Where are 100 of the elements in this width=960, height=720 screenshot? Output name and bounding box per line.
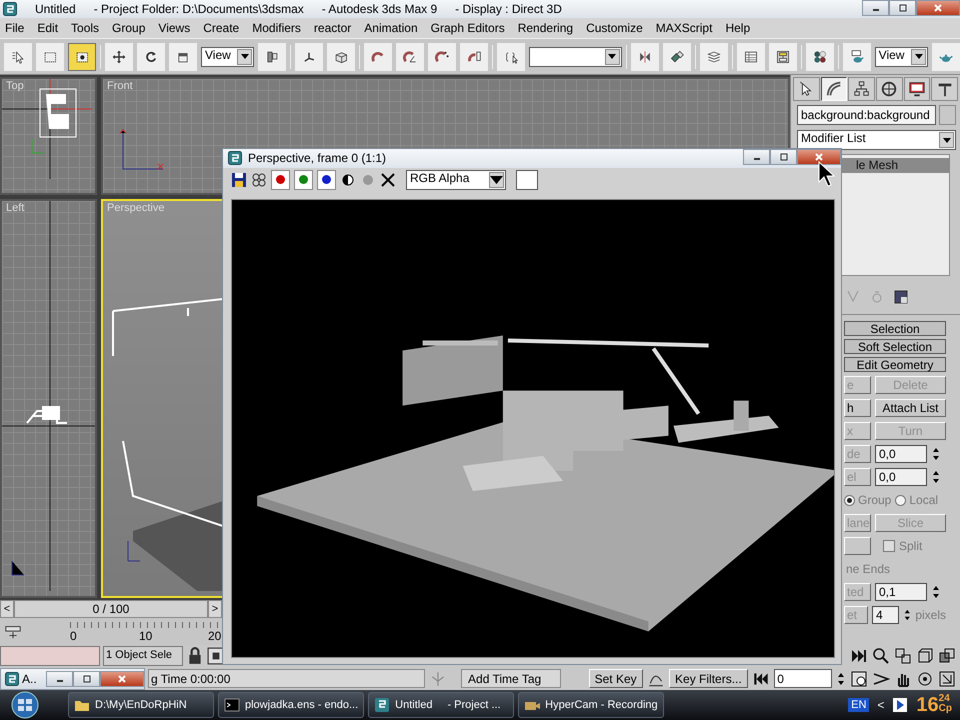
number-field[interactable]: 0,0	[875, 468, 927, 486]
color-swatch[interactable]	[516, 170, 538, 190]
menu-item[interactable]: Edit	[37, 21, 58, 35]
wheel-icon[interactable]	[880, 80, 898, 98]
set-key-button[interactable]: Set Key	[588, 669, 643, 688]
menu-item[interactable]: Graph Editors	[430, 21, 505, 35]
hierarchy-icon[interactable]	[852, 80, 871, 98]
checkbox[interactable]	[883, 540, 895, 552]
toolbar-button[interactable]	[137, 42, 165, 70]
maximize-button[interactable]	[73, 671, 100, 687]
menu-item[interactable]: File	[5, 21, 24, 35]
toolbar-button[interactable]	[327, 42, 356, 70]
skip-end-icon[interactable]	[850, 647, 868, 665]
toolbar-button[interactable]	[497, 42, 526, 70]
menu-item[interactable]: Animation	[364, 21, 418, 35]
toolbar-button[interactable]	[295, 42, 324, 70]
radio-button[interactable]	[844, 494, 855, 506]
toolbar-button[interactable]	[768, 42, 797, 70]
panel-tab[interactable]	[793, 77, 820, 101]
restore-button[interactable]	[770, 149, 797, 165]
zoom-extents-all-icon[interactable]	[938, 647, 956, 665]
channel-toggle[interactable]	[294, 170, 313, 190]
maxscript-listener-field[interactable]	[0, 646, 100, 666]
toolbar-button[interactable]	[630, 42, 659, 70]
curve-icon[interactable]	[825, 80, 843, 98]
half-circle-icon[interactable]	[340, 172, 356, 188]
panel-tab[interactable]	[931, 77, 958, 101]
number-field[interactable]: 0,0	[875, 445, 927, 463]
menu-item[interactable]: Modifiers	[252, 21, 301, 35]
object-name-field[interactable]: background:background	[797, 105, 936, 125]
number-field[interactable]: 4	[872, 606, 899, 624]
taskbar-button[interactable]: Untitled - Project ...	[368, 692, 514, 718]
menu-item[interactable]: Tools	[71, 21, 100, 35]
clear-icon[interactable]	[380, 172, 396, 188]
restore-icon[interactable]	[898, 3, 908, 13]
toolbar-dropdown[interactable]: View	[201, 46, 254, 66]
time-tag-field[interactable]: Add Time Tag	[461, 669, 561, 688]
color-swatch[interactable]	[939, 105, 956, 125]
radio-button[interactable]	[895, 494, 906, 506]
minimize-button[interactable]	[743, 149, 770, 165]
minimize-button[interactable]	[862, 0, 889, 16]
search-icon[interactable]	[872, 647, 890, 665]
close-icon[interactable]	[933, 3, 943, 13]
channel-toggle[interactable]	[317, 170, 336, 190]
panel-button[interactable]: h	[844, 399, 871, 417]
channel-toggle[interactable]	[271, 170, 290, 190]
toolbar-button[interactable]	[4, 42, 32, 70]
menu-item[interactable]: Help	[725, 21, 750, 35]
panel-tab[interactable]	[848, 77, 876, 101]
taskbar-button[interactable]: HyperCam - Recording	[518, 692, 664, 718]
menu-item[interactable]: reactor	[314, 21, 352, 35]
maximize-icon[interactable]	[82, 674, 92, 684]
panel-tab[interactable]	[820, 77, 848, 101]
rollout-header[interactable]: Edit Geometry	[844, 357, 946, 372]
menu-item[interactable]: Customize	[586, 21, 643, 35]
next-frame-button[interactable]: >	[208, 600, 222, 618]
frame-field[interactable]: 0	[774, 669, 832, 688]
time-slider-thumb[interactable]: < 0 / 100 >	[0, 600, 222, 618]
number-field[interactable]: 0,1	[875, 583, 927, 601]
toolbar-button[interactable]	[105, 42, 133, 70]
channel-dropdown[interactable]: RGB Alpha	[406, 170, 506, 190]
menu-item[interactable]: Rendering	[518, 21, 574, 35]
minimized-window[interactable]: A..	[0, 668, 145, 690]
key-filters-button[interactable]: Key Filters...	[668, 669, 748, 688]
orbit-icon[interactable]	[916, 670, 934, 688]
minimize-button[interactable]	[46, 671, 73, 687]
maximize-viewport-icon[interactable]	[938, 670, 956, 688]
close-button[interactable]	[100, 671, 144, 687]
close-icon[interactable]	[814, 152, 824, 162]
panel-button[interactable]	[844, 537, 871, 555]
panel-button[interactable]: Attach List	[875, 399, 946, 417]
toolbar-button[interactable]	[68, 42, 96, 70]
terminal-icon[interactable]	[224, 697, 240, 713]
restore-button[interactable]	[889, 0, 916, 16]
zoom-all-icon[interactable]	[894, 647, 912, 665]
close-button[interactable]	[916, 0, 960, 16]
toolbar-dropdown[interactable]: View	[874, 46, 928, 66]
toolbar-button[interactable]	[700, 42, 728, 70]
modifier-list-dropdown[interactable]: Modifier List	[797, 130, 956, 150]
show-hidden-icons-button[interactable]: <	[877, 698, 884, 712]
taskbar-button[interactable]: plowjadka.ens - endo...	[218, 692, 364, 718]
save-icon[interactable]	[231, 172, 247, 188]
app-icon[interactable]	[374, 697, 390, 713]
restore-icon[interactable]	[778, 152, 788, 162]
close-icon[interactable]	[117, 674, 127, 684]
previous-frame-button[interactable]: <	[0, 600, 14, 618]
menu-item[interactable]: Views	[158, 21, 190, 35]
taskbar-button[interactable]: D:\My\EnDoRpHiN	[68, 692, 214, 718]
menu-item[interactable]: MAXScript	[656, 21, 712, 35]
toolbar-button[interactable]	[806, 42, 834, 70]
toolbar-button[interactable]	[258, 42, 286, 70]
panel-tab[interactable]	[876, 77, 903, 101]
zoom-extents-icon[interactable]	[916, 647, 934, 665]
clone-icon[interactable]	[251, 172, 267, 188]
panel-tab[interactable]	[904, 77, 930, 101]
close-button[interactable]	[797, 149, 841, 165]
monitor-icon[interactable]	[908, 80, 926, 98]
language-indicator[interactable]: EN	[848, 698, 870, 712]
menu-item[interactable]: Create	[203, 21, 240, 35]
toolbar-button[interactable]	[662, 42, 691, 70]
